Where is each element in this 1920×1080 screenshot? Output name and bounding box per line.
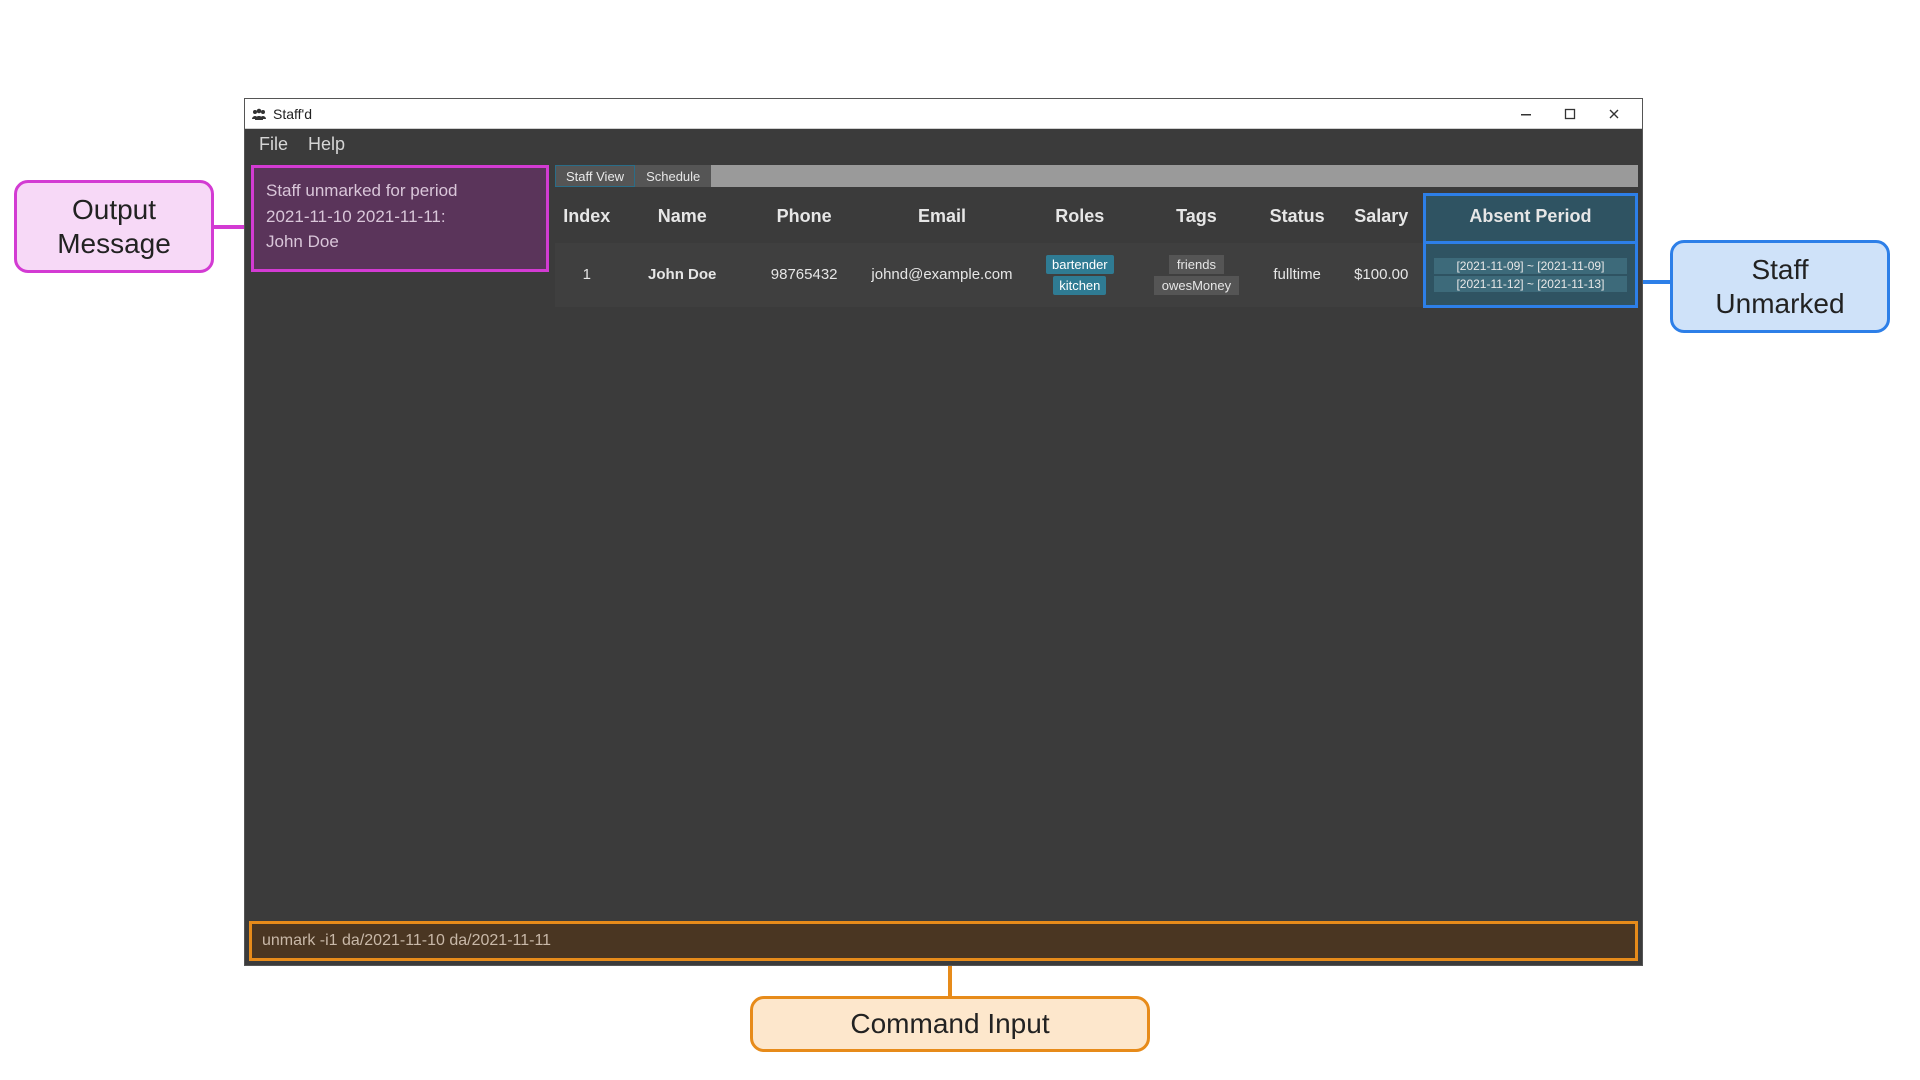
output-line: John Doe bbox=[266, 229, 534, 255]
role-chip: bartender bbox=[1046, 255, 1114, 274]
command-input-bar[interactable] bbox=[249, 921, 1638, 961]
absent-period-line: [2021-11-12] ~ [2021-11-13] bbox=[1434, 276, 1627, 292]
col-header-email: Email bbox=[862, 195, 1021, 243]
callout-staff-unmarked: StaffUnmarked bbox=[1670, 240, 1890, 333]
menubar: File Help bbox=[245, 129, 1642, 159]
cell-absent-period: [2021-11-09] ~ [2021-11-09] [2021-11-12]… bbox=[1424, 243, 1636, 307]
role-chip: kitchen bbox=[1053, 276, 1106, 295]
app-window: Staff'd File Help Staff unmarked for per… bbox=[244, 98, 1643, 966]
callout-command-input: Command Input bbox=[750, 996, 1150, 1052]
app-icon bbox=[251, 106, 267, 122]
col-header-tags: Tags bbox=[1138, 195, 1255, 243]
cell-salary: $100.00 bbox=[1340, 243, 1425, 307]
col-header-absent: Absent Period bbox=[1424, 195, 1636, 243]
app-title: Staff'd bbox=[273, 106, 312, 122]
cell-status: fulltime bbox=[1255, 243, 1340, 307]
message-pane: Staff unmarked for period 2021-11-10 202… bbox=[245, 159, 555, 921]
cell-tags: friends owesMoney bbox=[1138, 243, 1255, 307]
tag-chip: friends bbox=[1169, 255, 1224, 274]
main-pane: Staff View Schedule Index Name Phone Ema… bbox=[555, 159, 1642, 921]
col-header-name: Name bbox=[619, 195, 746, 243]
tab-staff-view[interactable]: Staff View bbox=[555, 165, 635, 187]
close-button[interactable] bbox=[1592, 100, 1636, 128]
menu-help[interactable]: Help bbox=[308, 134, 345, 155]
col-header-salary: Salary bbox=[1340, 195, 1425, 243]
cell-name: John Doe bbox=[619, 243, 746, 307]
maximize-button[interactable] bbox=[1548, 100, 1592, 128]
col-header-index: Index bbox=[555, 195, 619, 243]
menu-file[interactable]: File bbox=[259, 134, 288, 155]
col-header-roles: Roles bbox=[1022, 195, 1139, 243]
minimize-button[interactable] bbox=[1504, 100, 1548, 128]
output-line: Staff unmarked for period bbox=[266, 178, 534, 204]
col-header-phone: Phone bbox=[746, 195, 863, 243]
tag-chip: owesMoney bbox=[1154, 276, 1239, 295]
staff-table: Index Name Phone Email Roles Tags Status… bbox=[555, 193, 1638, 308]
body-area: Staff unmarked for period 2021-11-10 202… bbox=[245, 159, 1642, 921]
col-header-status: Status bbox=[1255, 195, 1340, 243]
cell-email: johnd@example.com bbox=[862, 243, 1021, 307]
absent-period-line: [2021-11-09] ~ [2021-11-09] bbox=[1434, 258, 1627, 274]
cell-index: 1 bbox=[555, 243, 619, 307]
connector-output-message bbox=[214, 225, 244, 229]
callout-label: OutputMessage bbox=[37, 193, 191, 260]
cell-phone: 98765432 bbox=[746, 243, 863, 307]
tab-schedule[interactable]: Schedule bbox=[635, 165, 711, 187]
staff-table-area: Index Name Phone Email Roles Tags Status… bbox=[555, 187, 1642, 921]
tab-strip: Staff View Schedule bbox=[555, 165, 1638, 187]
callout-label: Command Input bbox=[773, 1007, 1127, 1041]
command-input[interactable] bbox=[262, 932, 1625, 950]
callout-label: StaffUnmarked bbox=[1693, 253, 1867, 320]
table-header-row: Index Name Phone Email Roles Tags Status… bbox=[555, 195, 1637, 243]
callout-output-message: OutputMessage bbox=[14, 180, 214, 273]
cell-roles: bartender kitchen bbox=[1022, 243, 1139, 307]
output-line: 2021-11-10 2021-11-11: bbox=[266, 204, 534, 230]
connector-command-input bbox=[948, 966, 952, 996]
table-row[interactable]: 1 John Doe 98765432 johnd@example.com ba… bbox=[555, 243, 1637, 307]
output-message-box: Staff unmarked for period 2021-11-10 202… bbox=[251, 165, 549, 272]
titlebar[interactable]: Staff'd bbox=[245, 99, 1642, 129]
connector-staff-unmarked bbox=[1640, 280, 1670, 284]
